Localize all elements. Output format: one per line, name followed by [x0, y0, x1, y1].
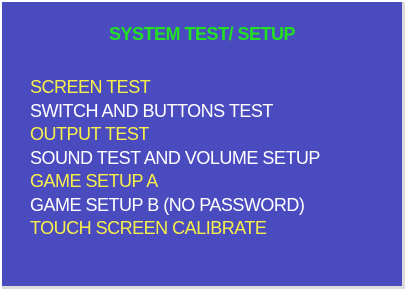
setup-menu-list: SCREEN TEST SWITCH AND BUTTONS TEST OUTP… — [30, 76, 320, 241]
menu-item-output-test[interactable]: OUTPUT TEST — [30, 123, 320, 147]
menu-item-screen-test[interactable]: SCREEN TEST — [30, 76, 320, 100]
menu-item-touch-screen-calibrate[interactable]: TOUCH SCREEN CALIBRATE — [30, 217, 320, 241]
menu-item-sound-test-and-volume-setup[interactable]: SOUND TEST AND VOLUME SETUP — [30, 147, 320, 171]
menu-title: SYSTEM TEST/ SETUP — [108, 24, 296, 44]
menu-item-game-setup-b[interactable]: GAME SETUP B (NO PASSWORD) — [30, 194, 320, 218]
menu-item-game-setup-a[interactable]: GAME SETUP A — [30, 170, 320, 194]
system-test-screen: SYSTEM TEST/ SETUP SCREEN TEST SWITCH AN… — [0, 0, 416, 297]
menu-item-switch-and-buttons-test[interactable]: SWITCH AND BUTTONS TEST — [30, 100, 320, 124]
setup-menu-panel: SYSTEM TEST/ SETUP SCREEN TEST SWITCH AN… — [2, 2, 405, 289]
